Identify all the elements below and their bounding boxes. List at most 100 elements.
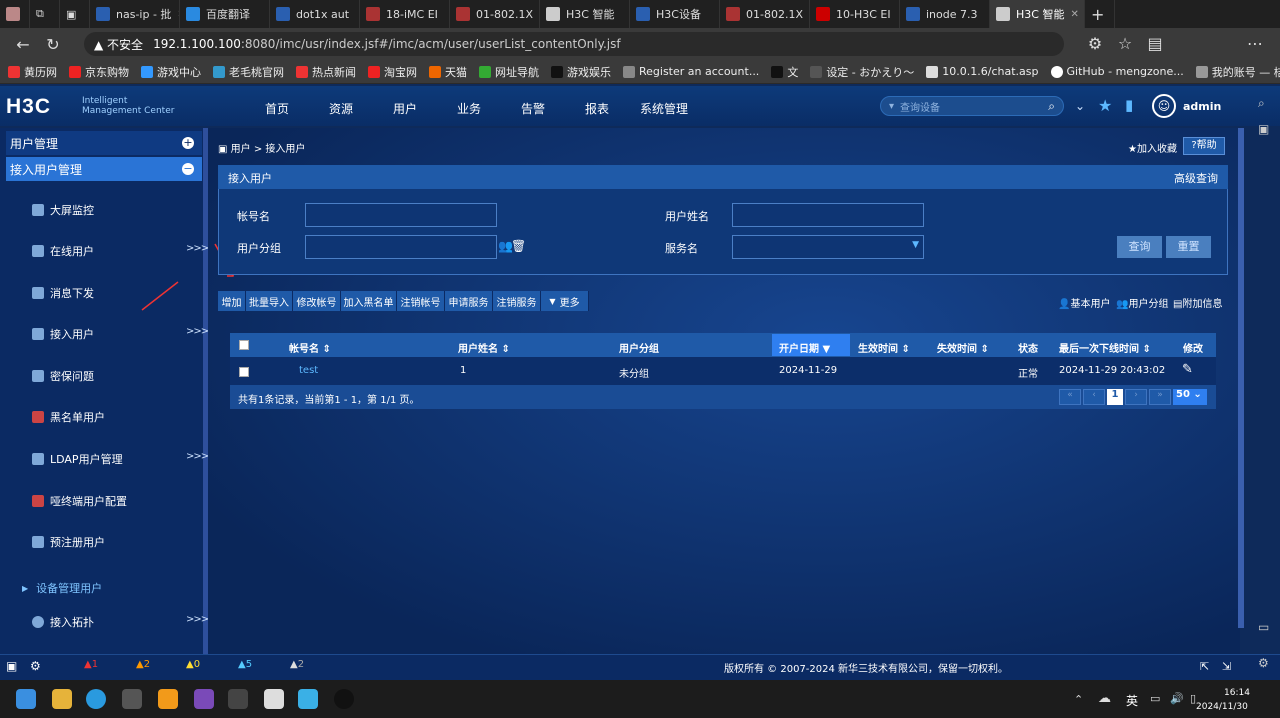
bookmark[interactable]: GitHub - mengzone... xyxy=(1050,65,1184,78)
tray-chevron-icon[interactable]: ⌃ xyxy=(1074,693,1083,706)
nav-user[interactable]: 用户 xyxy=(393,100,417,117)
fullscreen-icon[interactable]: ⇲ xyxy=(1222,660,1231,673)
query-button[interactable]: 查询 xyxy=(1117,236,1162,258)
next-page-icon[interactable]: › xyxy=(1125,389,1147,405)
clock-time[interactable]: 16:14 xyxy=(1224,688,1250,698)
expand-icon[interactable]: + xyxy=(182,137,194,149)
col-last-offline[interactable]: 最后一次下线时间 ⇕ xyxy=(1059,340,1151,355)
browser-tab[interactable]: H3C 智能 xyxy=(540,0,630,28)
cloud-icon[interactable]: ☁ xyxy=(1098,691,1111,706)
expand-icon[interactable]: ⇱ xyxy=(1200,660,1209,673)
sidebar-item-access-users[interactable]: 接入用户 xyxy=(32,326,94,342)
cancel-account-button[interactable]: 注销帐号 xyxy=(397,291,445,311)
delete-icon[interactable]: 🗑 xyxy=(511,239,526,253)
browser-tab[interactable]: inode 7.3 xyxy=(900,0,990,28)
first-page-icon[interactable]: « xyxy=(1059,389,1081,405)
menu-icon[interactable]: ⋯ xyxy=(1240,34,1270,53)
sidebar-subsection-access-users[interactable]: 接入用户管理 − xyxy=(6,157,202,181)
tab-actions-icon[interactable]: ▣ xyxy=(60,0,90,28)
expand-arrows-icon[interactable]: >>> xyxy=(186,243,209,254)
add-blacklist-button[interactable]: 加入黑名单 xyxy=(341,291,397,311)
nav-service[interactable]: 业务 xyxy=(457,100,481,117)
alarm-warning[interactable]: ▲5 xyxy=(238,659,252,670)
browser-tab[interactable]: dot1x aut xyxy=(270,0,360,28)
add-favorite-link[interactable]: ★加入收藏 xyxy=(1128,140,1177,155)
start-icon[interactable] xyxy=(16,689,36,709)
current-page[interactable]: 1 xyxy=(1107,389,1123,405)
more-button[interactable]: ▼ 更多 xyxy=(541,291,589,311)
browser-tab[interactable]: 01-802.1X xyxy=(450,0,540,28)
bookmark[interactable]: 网址导航 xyxy=(479,64,539,80)
view-extra-info[interactable]: ▤附加信息 xyxy=(1173,295,1222,310)
device-search-input[interactable]: ▾ 查询设备 ⌕ xyxy=(880,96,1064,116)
reload-icon[interactable]: ↻ xyxy=(38,35,68,54)
browser-settings-icon[interactable]: ⚙ xyxy=(1258,656,1269,670)
col-open-date[interactable]: 开户日期 ▼ xyxy=(779,340,830,355)
alarm-major[interactable]: ▲2 xyxy=(136,659,150,670)
service-select[interactable]: ▼ xyxy=(732,235,924,259)
reset-button[interactable]: 重置 xyxy=(1166,236,1211,258)
content-scrollbar[interactable] xyxy=(1238,128,1244,628)
app-icon[interactable] xyxy=(228,689,248,709)
edge-icon[interactable] xyxy=(86,689,106,709)
collections-icon[interactable]: ▤ xyxy=(1140,34,1170,53)
sidebar-item-message[interactable]: 消息下发 xyxy=(32,285,94,301)
bookmark[interactable]: 京东购物 xyxy=(69,64,129,80)
sidebar-section-user-management[interactable]: 用户管理 + xyxy=(6,131,202,155)
browser-sidebar-icon[interactable]: ▣ xyxy=(1258,122,1269,136)
chevron-down-icon[interactable]: ⌄ xyxy=(1075,99,1085,113)
bookmark[interactable]: Register an account... xyxy=(623,65,759,78)
browser-tab[interactable]: 10-H3C EI xyxy=(810,0,900,28)
back-icon[interactable]: ← xyxy=(8,35,38,54)
extensions-icon[interactable]: ⚙ xyxy=(1080,34,1110,53)
qq-icon[interactable] xyxy=(334,689,354,709)
avatar[interactable]: ☺ xyxy=(1152,94,1176,118)
app-icon[interactable] xyxy=(158,689,178,709)
username-input[interactable] xyxy=(732,203,924,227)
alarm-critical[interactable]: ▲1 xyxy=(84,659,98,670)
new-tab-button[interactable]: + xyxy=(1085,0,1115,28)
nav-home[interactable]: 首页 xyxy=(265,100,289,117)
expand-arrows-icon[interactable]: >>> xyxy=(186,614,209,625)
nav-report[interactable]: 报表 xyxy=(585,100,609,117)
workspaces-icon[interactable]: ⧉ xyxy=(30,0,60,28)
nav-resource[interactable]: 资源 xyxy=(329,100,353,117)
col-group[interactable]: 用户分组 xyxy=(619,340,659,355)
sidebar-item-device-mgmt[interactable]: ▶ 设备管理用户 xyxy=(22,580,102,596)
sidebar-item-big-screen[interactable]: 大屏监控 xyxy=(32,202,94,218)
bookmark[interactable]: 老毛桃官网 xyxy=(213,64,284,80)
select-all-checkbox[interactable] xyxy=(239,340,249,350)
col-effective[interactable]: 生效时间 ⇕ xyxy=(858,340,910,355)
bookmark[interactable]: 文 xyxy=(771,64,798,80)
sidebar-item-preregister[interactable]: 预注册用户 xyxy=(32,534,105,550)
settings-icon[interactable]: ⚙ xyxy=(30,659,41,673)
batch-import-button[interactable]: 批量导入 xyxy=(246,291,293,311)
cancel-service-button[interactable]: 注销服务 xyxy=(493,291,541,311)
sidebar-item-dumb-terminal[interactable]: 哑终端用户配置 xyxy=(32,493,127,509)
nav-alarm[interactable]: 告警 xyxy=(521,100,545,117)
profile-avatar[interactable] xyxy=(0,0,30,28)
window-icon[interactable]: ▣ xyxy=(6,659,17,673)
last-page-icon[interactable]: » xyxy=(1149,389,1171,405)
app-icon[interactable] xyxy=(194,689,214,709)
sidebar-item-security-question[interactable]: 密保问题 xyxy=(32,368,94,384)
expand-arrows-icon[interactable]: >>> xyxy=(186,326,209,337)
network-icon[interactable]: ▭ xyxy=(1150,692,1160,705)
bookmark[interactable]: 淘宝网 xyxy=(368,64,417,80)
row-account-link[interactable]: test xyxy=(299,365,318,376)
bookmark[interactable]: 10.0.1.6/chat.asp xyxy=(926,65,1039,78)
clock-date[interactable]: 2024/11/30 xyxy=(1196,702,1248,712)
apply-service-button[interactable]: 申请服务 xyxy=(445,291,493,311)
modify-account-button[interactable]: 修改帐号 xyxy=(293,291,341,311)
alarm-minor[interactable]: ▲0 xyxy=(186,659,200,670)
edit-icon[interactable]: ✎ xyxy=(1182,362,1193,377)
col-expire[interactable]: 失效时间 ⇕ xyxy=(937,340,989,355)
file-explorer-icon[interactable] xyxy=(52,689,72,709)
nav-system[interactable]: 系统管理 xyxy=(640,100,688,117)
row-checkbox[interactable] xyxy=(239,367,249,377)
browser-search-icon[interactable]: ⌕ xyxy=(1258,96,1265,111)
bookmark[interactable]: 天猫 xyxy=(429,64,467,80)
add-button[interactable]: 增加 xyxy=(218,291,246,311)
browser-tab[interactable]: 01-802.1X xyxy=(720,0,810,28)
group-input[interactable] xyxy=(305,235,497,259)
